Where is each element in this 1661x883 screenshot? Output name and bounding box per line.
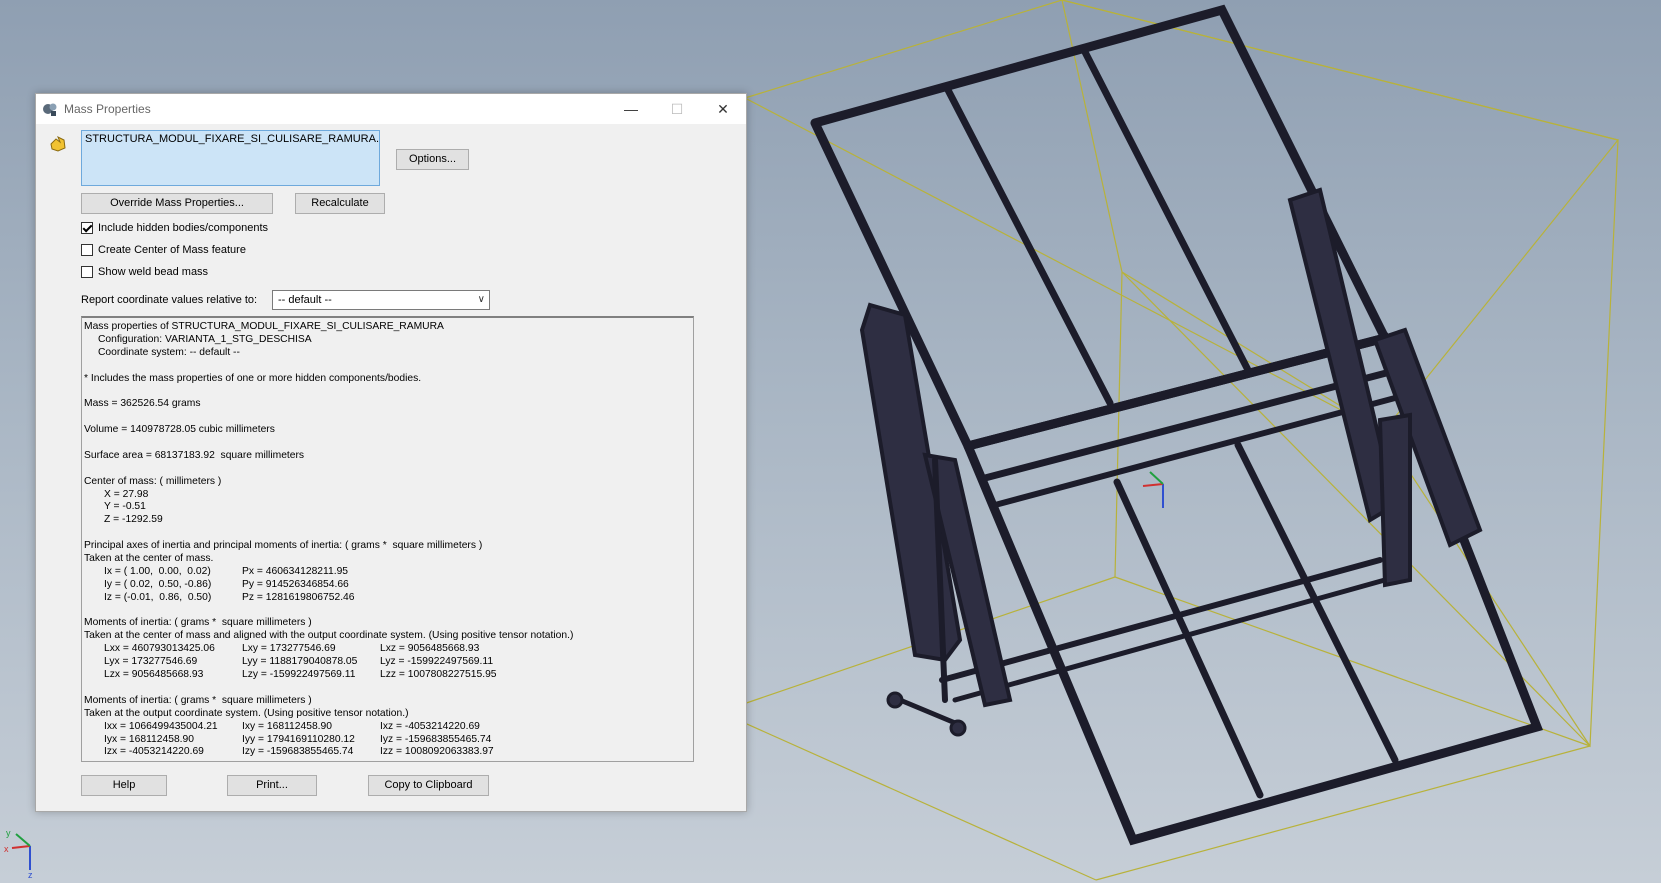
view-orientation-triad-icon: x z y (4, 828, 33, 878)
svg-text:x: x (4, 844, 9, 854)
show-weld-label: Show weld bead mass (98, 266, 209, 278)
lxz: Lxz = 9056485668.93 (380, 643, 480, 655)
lyz: Lyz = -159922497569.11 (380, 656, 494, 668)
principal-row-z: Iz = (-0.01, 0.86, 0.50) Pz = 1281619806… (84, 592, 691, 605)
help-button[interactable]: Help (81, 775, 167, 796)
svg-text:y: y (6, 828, 11, 838)
lyy: Lyy = 1188179040878.05 (242, 656, 358, 668)
mass-properties-icon (43, 103, 57, 116)
maximize-button[interactable]: ☐ (654, 94, 700, 124)
axis-iy: Iy = ( 0.02, 0.50, -0.86) (104, 578, 212, 590)
com-z: Z = -1292.59 (104, 514, 163, 526)
com-header: Center of mass: ( millimeters ) (84, 475, 222, 487)
ixz: Ixz = -4053214220.69 (380, 720, 480, 732)
moi-output-row-y: Iyx = 168112458.90 Iyy = 1794169110280.1… (84, 734, 691, 747)
moi-com-taken: Taken at the center of mass and aligned … (84, 630, 574, 642)
print-button[interactable]: Print... (227, 775, 317, 796)
iyx: Iyx = 168112458.90 (104, 733, 194, 745)
iyz: Iyz = -159683855465.74 (380, 733, 492, 745)
include-hidden-row[interactable]: Include hidden bodies/components (81, 220, 268, 236)
principal-header: Principal axes of inertia and principal … (84, 540, 483, 552)
izz: Izz = 1008092063383.97 (380, 746, 494, 758)
com-y: Y = -0.51 (104, 501, 146, 513)
ixx: Ixx = 1066499435004.21 (104, 720, 218, 732)
moi-com-row-x: Lxx = 460793013425.06 Lxy = 173277546.69… (84, 643, 691, 656)
results-header: Mass properties of STRUCTURA_MODUL_FIXAR… (84, 321, 444, 332)
ixy: Ixy = 168112458.90 (242, 720, 332, 732)
moi-com-header: Moments of inertia: ( grams * square mil… (84, 617, 312, 629)
create-com-checkbox[interactable] (81, 244, 93, 256)
override-mass-properties-button[interactable]: Override Mass Properties... (81, 193, 273, 214)
close-button[interactable]: ✕ (700, 94, 746, 124)
moi-com-row-z: Lzx = 9056485668.93 Lzy = -159922497569.… (84, 669, 691, 682)
create-com-row[interactable]: Create Center of Mass feature (81, 242, 246, 258)
lzz: Lzz = 1007808227515.95 (380, 669, 497, 681)
selected-components-icon (50, 135, 66, 152)
copy-to-clipboard-button[interactable]: Copy to Clipboard (368, 775, 489, 796)
include-hidden-label: Include hidden bodies/components (98, 222, 269, 234)
moment-px: Px = 460634128211.95 (242, 565, 349, 577)
principal-row-y: Iy = ( 0.02, 0.50, -0.86) Py = 914526346… (84, 579, 691, 592)
results-text-area[interactable]: Mass properties of STRUCTURA_MODUL_FIXAR… (81, 316, 694, 762)
show-weld-row[interactable]: Show weld bead mass (81, 264, 208, 280)
com-x: X = 27.98 (104, 488, 149, 500)
coordinate-system-select[interactable]: -- default -- ∨ (272, 290, 490, 310)
results-coordinate-system: Coordinate system: -- default -- (98, 346, 240, 358)
iyy: Iyy = 1794169110280.12 (242, 733, 355, 745)
svg-text:z: z (28, 870, 33, 878)
report-coordinate-label: Report coordinate values relative to: (81, 294, 258, 306)
moi-output-header: Moments of inertia: ( grams * square mil… (84, 694, 312, 706)
results-configuration: Configuration: VARIANTA_1_STG_DESCHISA (98, 333, 312, 345)
dialog-title: Mass Properties (64, 102, 151, 116)
izx: Izx = -4053214220.69 (104, 746, 204, 758)
include-hidden-checkbox[interactable] (81, 222, 93, 234)
title-bar[interactable]: Mass Properties — ☐ ✕ (36, 94, 746, 124)
moi-com-row-y: Lyx = 173277546.69 Lyy = 1188179040878.0… (84, 656, 691, 669)
axis-ix: Ix = ( 1.00, 0.00, 0.02) (104, 565, 211, 577)
volume-value: Volume = 140978728.05 cubic millimeters (84, 424, 275, 436)
chevron-down-icon: ∨ (477, 294, 485, 305)
show-weld-checkbox[interactable] (81, 266, 93, 278)
origin-triad-icon (1142, 471, 1164, 508)
bounding-box (719, 0, 1620, 881)
mass-properties-dialog: Mass Properties — ☐ ✕ STRUCTURA_MODUL_FI… (35, 93, 747, 812)
surface-area-value: Surface area = 68137183.92 square millim… (84, 449, 305, 461)
create-com-label: Create Center of Mass feature (98, 244, 246, 256)
selected-items-list[interactable]: STRUCTURA_MODUL_FIXARE_SI_CULISARE_RAMUR… (81, 130, 380, 186)
moi-output-row-x: Ixx = 1066499435004.21 Ixy = 168112458.9… (84, 721, 691, 734)
lxy: Lxy = 173277546.69 (242, 643, 336, 655)
moi-output-row-z: Izx = -4053214220.69 Izy = -159683855465… (84, 746, 691, 759)
axis-iz: Iz = (-0.01, 0.86, 0.50) (104, 591, 212, 603)
selected-file-name: STRUCTURA_MODUL_FIXARE_SI_CULISARE_RAMUR… (85, 133, 380, 145)
hidden-note: * Includes the mass properties of one or… (84, 372, 422, 384)
izy: Izy = -159683855465.74 (242, 746, 354, 758)
recalculate-button[interactable]: Recalculate (295, 193, 385, 214)
coordinate-system-value: -- default -- (278, 294, 332, 306)
lzy: Lzy = -159922497569.11 (242, 669, 356, 681)
lzx: Lzx = 9056485668.93 (104, 669, 204, 681)
moment-pz: Pz = 1281619806752.46 (242, 591, 355, 603)
lxx: Lxx = 460793013425.06 (104, 643, 215, 655)
lyx: Lyx = 173277546.69 (104, 656, 198, 668)
principal-row-x: Ix = ( 1.00, 0.00, 0.02) Px = 4606341282… (84, 566, 691, 579)
moment-py: Py = 914526346854.66 (242, 578, 349, 590)
options-button[interactable]: Options... (396, 149, 469, 170)
assembly-frame[interactable] (810, 4, 1544, 846)
minimize-button[interactable]: — (608, 94, 654, 124)
moi-output-taken: Taken at the output coordinate system. (… (84, 707, 409, 719)
mass-value: Mass = 362526.54 grams (84, 398, 201, 410)
principal-taken: Taken at the center of mass. (84, 553, 214, 565)
